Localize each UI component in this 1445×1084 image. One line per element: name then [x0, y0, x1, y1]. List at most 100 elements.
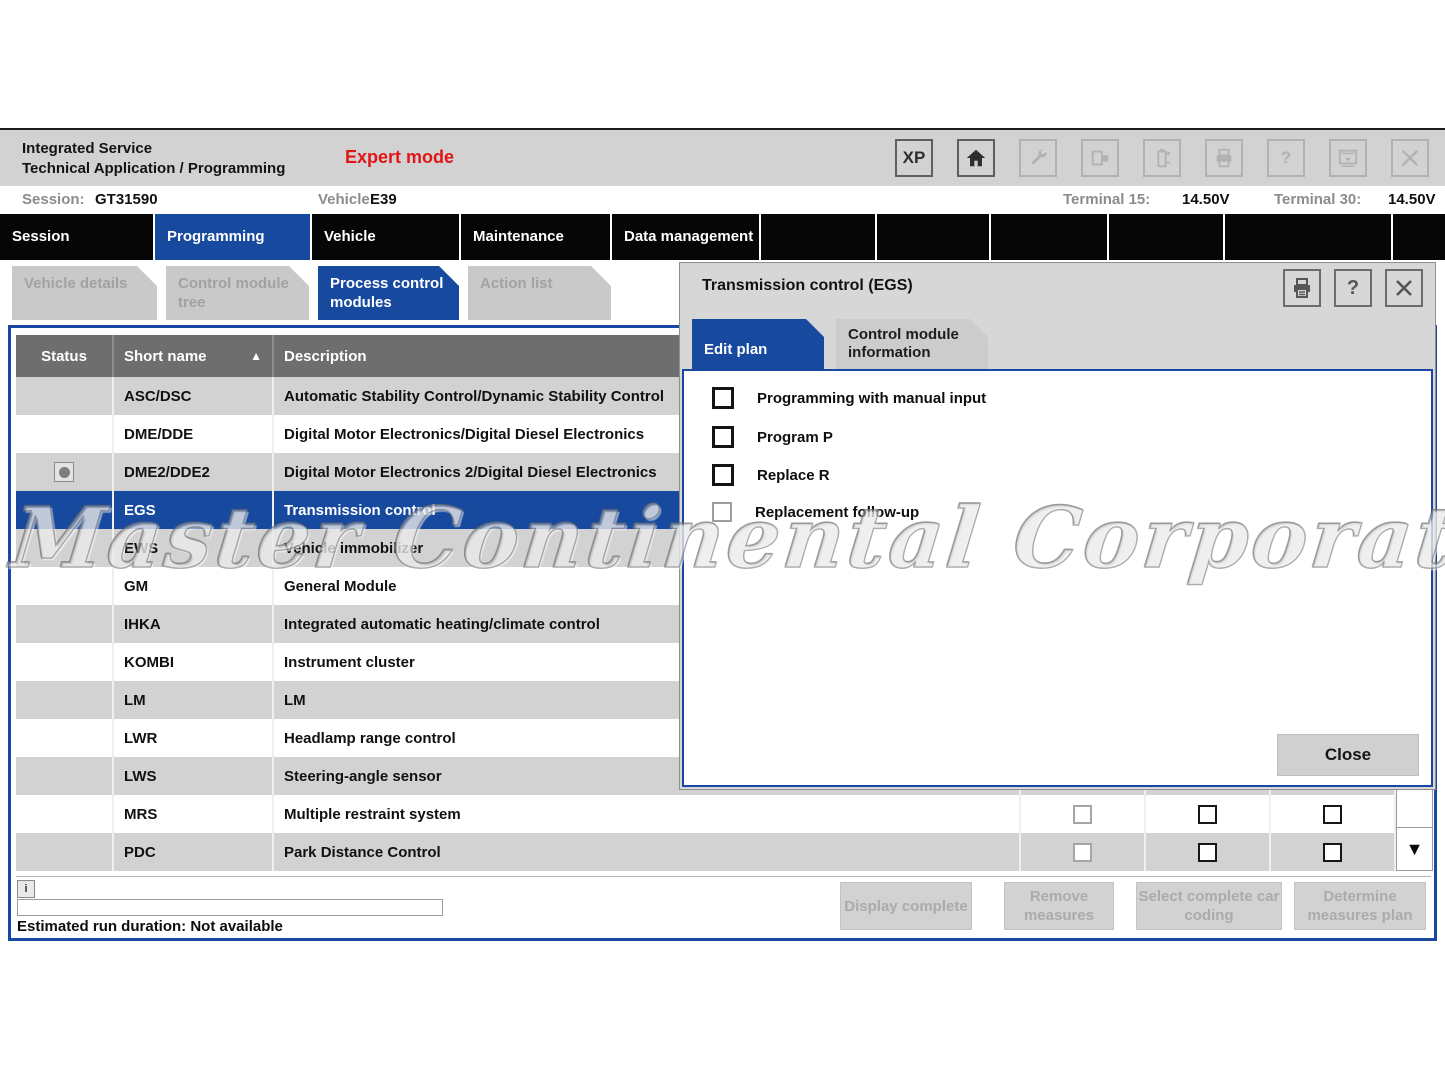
- printer-icon[interactable]: [1205, 139, 1243, 177]
- battery-icon[interactable]: [1143, 139, 1181, 177]
- table-row-pdc[interactable]: PDC Park Distance Control: [16, 833, 1396, 871]
- measure-cell[interactable]: [1271, 795, 1396, 833]
- checkbox-label: Replacement follow-up: [755, 504, 919, 521]
- transmission-control-dialog: Transmission control (EGS) ? Edit plan C…: [679, 262, 1436, 790]
- checkbox-replacement-follow-up[interactable]: [712, 502, 732, 522]
- footer-bar: i Estimated run duration: Not available …: [16, 876, 1431, 935]
- vehicle-value: E39: [370, 191, 397, 208]
- select-complete-car-coding-button[interactable]: Select complete car coding: [1136, 882, 1282, 930]
- nav-tab-vehicle[interactable]: Vehicle: [312, 214, 459, 260]
- short-name-cell: GM: [114, 567, 274, 605]
- short-name-cell: EWS: [114, 529, 274, 567]
- measure-cell[interactable]: [1146, 833, 1271, 871]
- app-title-line2: Technical Application / Programming: [22, 159, 285, 179]
- session-value: GT31590: [95, 191, 158, 208]
- tab-process-control-modules[interactable]: Process control modules: [318, 266, 459, 320]
- close-icon[interactable]: [1391, 139, 1429, 177]
- measure-cell[interactable]: [1021, 795, 1146, 833]
- short-name-cell: LM: [114, 681, 274, 719]
- column-header-short-name-label: Short name: [124, 348, 207, 365]
- display-complete-button[interactable]: Display complete: [840, 882, 972, 930]
- close-button[interactable]: Close: [1277, 734, 1419, 776]
- tab-edit-plan[interactable]: Edit plan: [692, 319, 824, 369]
- nav-cell-empty: [877, 214, 989, 260]
- measure-checkbox[interactable]: [1323, 843, 1342, 862]
- measure-cell[interactable]: [1271, 833, 1396, 871]
- measure-checkbox[interactable]: [1198, 843, 1217, 862]
- short-name-cell: DME/DDE: [114, 415, 274, 453]
- measure-checkbox[interactable]: [1073, 805, 1092, 824]
- status-cell: [16, 833, 114, 871]
- short-name-cell: MRS: [114, 795, 274, 833]
- terminal30-label: Terminal 30:: [1274, 191, 1361, 208]
- short-name-cell: ASC/DSC: [114, 377, 274, 415]
- short-name-cell: IHKA: [114, 605, 274, 643]
- edit-plan-panel: Programming with manual input Program P …: [682, 369, 1433, 787]
- nav-cell-empty: [761, 214, 875, 260]
- tab-control-module-information[interactable]: Control module information: [836, 319, 988, 369]
- help-icon[interactable]: ?: [1267, 139, 1305, 177]
- wrench-icon[interactable]: [1019, 139, 1057, 177]
- measure-cell[interactable]: [1021, 833, 1146, 871]
- app-title: Integrated Service Technical Application…: [22, 139, 285, 179]
- expert-mode-label: Expert mode: [345, 147, 454, 168]
- nav-tab-data-management[interactable]: Data management: [612, 214, 759, 260]
- status-cell: [16, 757, 114, 795]
- terminal15-label: Terminal 15:: [1063, 191, 1150, 208]
- checkbox-row-program-p: Program P: [712, 426, 833, 448]
- home-icon[interactable]: [957, 139, 995, 177]
- tab-control-module-tree[interactable]: Control module tree: [166, 266, 309, 320]
- display-settings-icon[interactable]: [1329, 139, 1367, 177]
- nav-cell-empty: [1225, 214, 1391, 260]
- column-header-status[interactable]: Status: [16, 335, 114, 377]
- checkbox-label: Programming with manual input: [757, 390, 986, 407]
- dialog-toolbar: ?: [1283, 269, 1423, 307]
- determine-measures-plan-button[interactable]: Determine measures plan: [1294, 882, 1426, 930]
- column-header-short-name[interactable]: Short name ▲: [114, 335, 274, 377]
- status-cell: [16, 491, 114, 529]
- tab-vehicle-details[interactable]: Vehicle details: [12, 266, 157, 320]
- info-icon: i: [17, 880, 35, 898]
- print-icon[interactable]: [1283, 269, 1321, 307]
- description-cell: Park Distance Control: [274, 833, 1021, 871]
- app-header: Integrated Service Technical Application…: [0, 128, 1445, 186]
- measure-checkbox[interactable]: [1198, 805, 1217, 824]
- header-toolbar: XP ?: [895, 139, 1429, 177]
- nav-tab-session[interactable]: Session: [0, 214, 153, 260]
- short-name-cell: EGS: [114, 491, 274, 529]
- nav-tab-programming[interactable]: Programming: [155, 214, 310, 260]
- nav-cell-empty: [1109, 214, 1223, 260]
- measure-checkbox[interactable]: [1073, 843, 1092, 862]
- main-nav: Session Programming Vehicle Maintenance …: [0, 214, 1445, 260]
- short-name-cell: LWR: [114, 719, 274, 757]
- nav-tab-maintenance[interactable]: Maintenance: [461, 214, 610, 260]
- checkbox-row-replacement-follow-up: Replacement follow-up: [712, 502, 919, 522]
- app-title-line1: Integrated Service: [22, 139, 285, 159]
- measure-cell[interactable]: [1146, 795, 1271, 833]
- dialog-close-icon[interactable]: [1385, 269, 1423, 307]
- checkbox-label: Replace R: [757, 467, 830, 484]
- measure-checkbox[interactable]: [1323, 805, 1342, 824]
- status-icon: [54, 462, 74, 482]
- tab-action-list[interactable]: Action list: [468, 266, 611, 320]
- status-cell: [16, 719, 114, 757]
- table-row-mrs[interactable]: MRS Multiple restraint system: [16, 795, 1396, 833]
- checkbox-replace-r[interactable]: [712, 464, 734, 486]
- short-name-cell: DME2/DDE2: [114, 453, 274, 491]
- ista-app-window: Integrated Service Technical Application…: [0, 0, 1445, 1084]
- terminal30-value: 14.50V: [1388, 191, 1436, 208]
- chevron-down-icon: ▼: [1406, 839, 1424, 860]
- checkbox-programming-manual-input[interactable]: [712, 387, 734, 409]
- scroll-down-button[interactable]: ▼: [1397, 827, 1432, 870]
- status-cell: [16, 605, 114, 643]
- control-module-icon[interactable]: [1081, 139, 1119, 177]
- status-cell: [16, 681, 114, 719]
- sort-asc-icon: ▲: [250, 349, 262, 363]
- checkbox-program-p[interactable]: [712, 426, 734, 448]
- dialog-title: Transmission control (EGS): [702, 277, 913, 295]
- xp-button[interactable]: XP: [895, 139, 933, 177]
- remove-measures-button[interactable]: Remove measures: [1004, 882, 1114, 930]
- session-label: Session:: [22, 191, 85, 208]
- checkbox-label: Program P: [757, 429, 833, 446]
- dialog-help-icon[interactable]: ?: [1334, 269, 1372, 307]
